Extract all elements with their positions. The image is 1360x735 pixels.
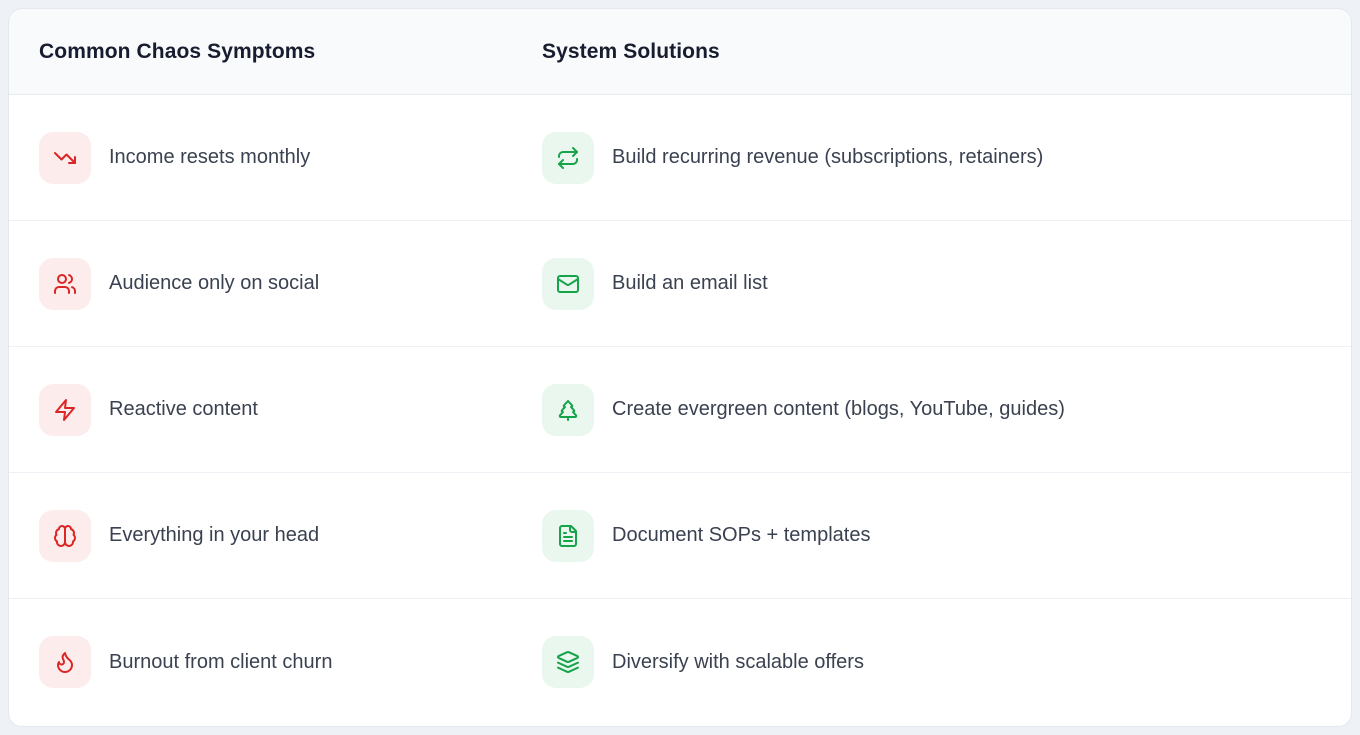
table-row: Everything in your head Document SOPs + … bbox=[9, 473, 1351, 599]
solution-label: Diversify with scalable offers bbox=[612, 650, 864, 673]
symptom-label: Burnout from client churn bbox=[109, 650, 333, 673]
column-header-solutions: System Solutions bbox=[542, 39, 720, 63]
table-row: Audience only on social Build an email l… bbox=[9, 221, 1351, 347]
solution-cell: Build recurring revenue (subscriptions, … bbox=[542, 131, 1321, 184]
symptom-cell: Everything in your head bbox=[39, 509, 542, 562]
solution-label: Build recurring revenue (subscriptions, … bbox=[612, 146, 1044, 168]
solution-cell: Document SOPs + templates bbox=[542, 509, 1321, 562]
symptom-cell: Audience only on social bbox=[39, 257, 542, 310]
column-header-symptoms: Common Chaos Symptoms bbox=[39, 39, 316, 63]
symptom-label: Audience only on social bbox=[109, 272, 320, 294]
symptom-cell: Reactive content bbox=[39, 383, 542, 436]
solution-label: Create evergreen content (blogs, YouTube… bbox=[612, 398, 1065, 420]
document-icon bbox=[542, 509, 594, 562]
symptom-label: Reactive content bbox=[109, 398, 258, 420]
flame-icon bbox=[39, 636, 91, 688]
users-icon bbox=[39, 257, 91, 310]
symptom-cell: Burnout from client churn bbox=[39, 636, 542, 688]
solution-label: Build an email list bbox=[612, 272, 768, 294]
trending-down-icon bbox=[39, 131, 91, 184]
lightning-icon bbox=[39, 383, 91, 436]
symptom-label: Everything in your head bbox=[109, 524, 320, 546]
evergreen-tree-icon bbox=[542, 383, 594, 436]
symptom-label: Income resets monthly bbox=[109, 146, 311, 168]
solution-cell: Create evergreen content (blogs, YouTube… bbox=[542, 383, 1321, 436]
comparison-table-card: Common Chaos Symptoms System Solutions I… bbox=[8, 8, 1352, 727]
table-row: Income resets monthly Build recurring re… bbox=[9, 95, 1351, 221]
layers-icon bbox=[542, 636, 594, 688]
table-header-row: Common Chaos Symptoms System Solutions bbox=[9, 9, 1351, 95]
table-row: Reactive content Create evergreen conten… bbox=[9, 347, 1351, 473]
mail-icon bbox=[542, 257, 594, 310]
table-row: Burnout from client churn Diversify with… bbox=[9, 599, 1351, 725]
solution-cell: Build an email list bbox=[542, 257, 1321, 310]
symptom-cell: Income resets monthly bbox=[39, 131, 542, 184]
brain-icon bbox=[39, 509, 91, 562]
solution-label: Document SOPs + templates bbox=[612, 524, 871, 546]
repeat-icon bbox=[542, 131, 594, 184]
solution-cell: Diversify with scalable offers bbox=[542, 636, 1321, 688]
